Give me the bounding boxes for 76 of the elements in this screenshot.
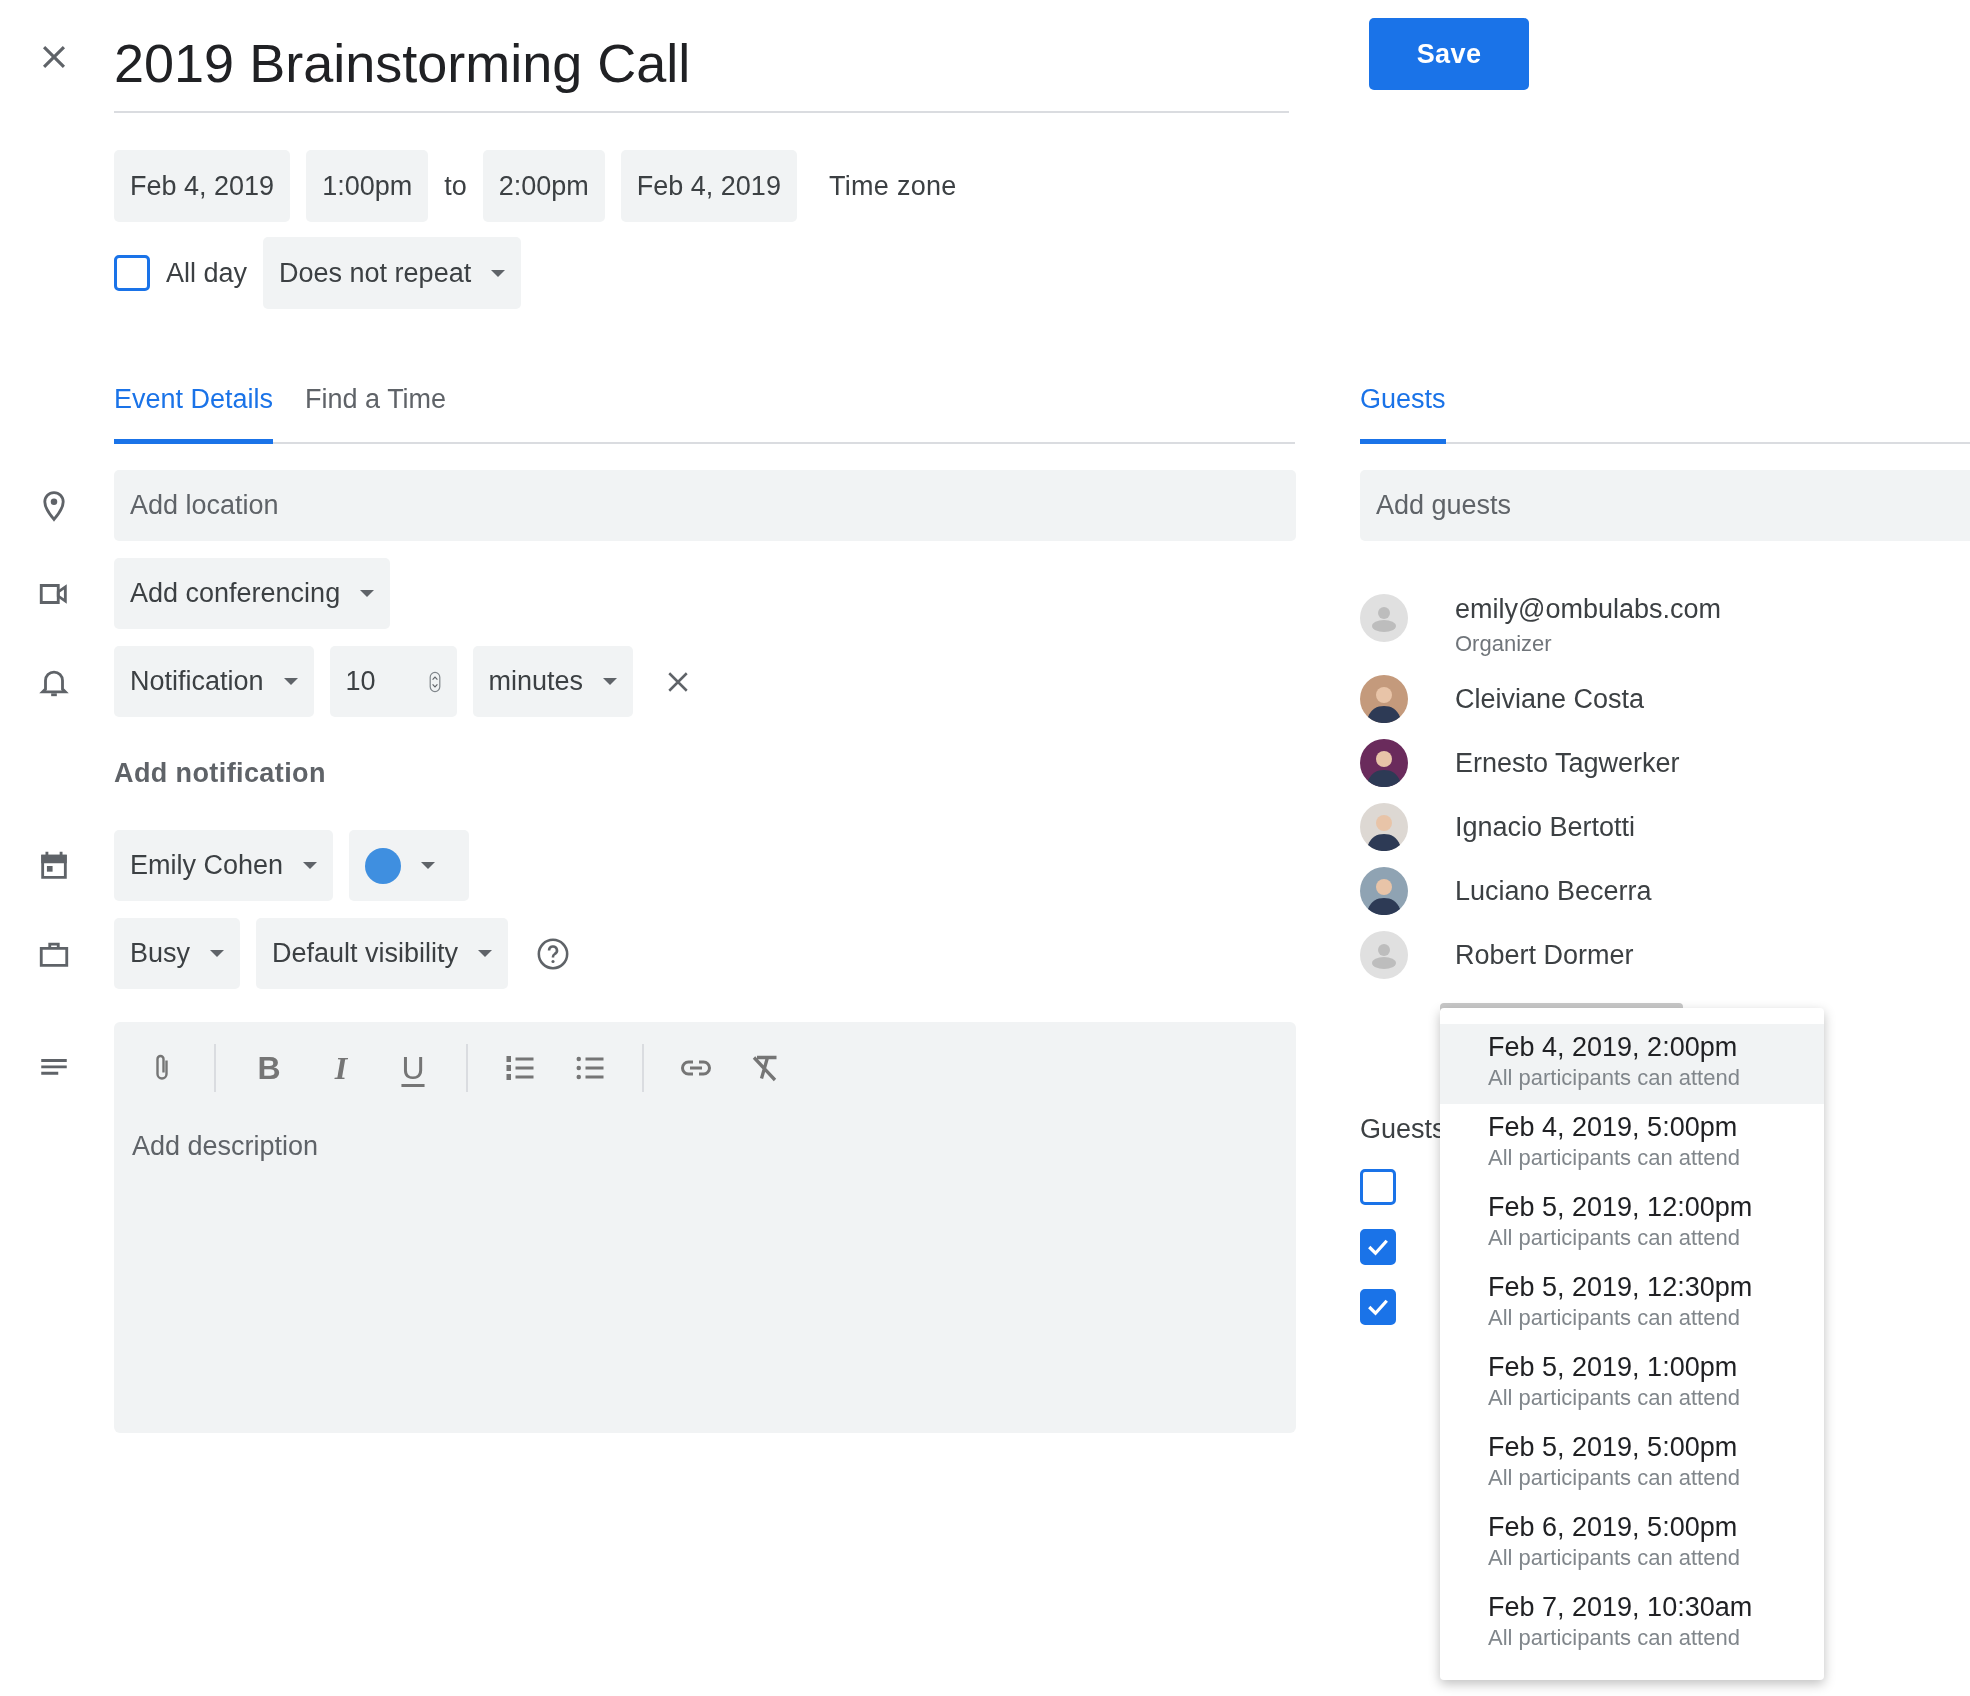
caret-icon [491,269,506,277]
caret-icon [283,678,298,685]
caret-icon [421,862,436,869]
start-time[interactable]: 1:00pm [306,150,429,222]
add-notification-button[interactable]: Add notification [114,758,326,789]
caret-icon [478,950,493,957]
suggestion-item[interactable]: Feb 5, 2019, 12:00pm All participants can attend [1440,1184,1824,1264]
end-time[interactable]: 2:00pm [482,150,605,222]
bold-button[interactable]: B [250,1049,288,1087]
suggestion-item[interactable]: Feb 7, 2019, 10:30am All participants can attend [1440,1584,1824,1664]
attendance-note: All participants can attend [1488,1545,1741,1571]
description-editor[interactable]: B I U Add description [114,1022,1296,1433]
suggested-time: Feb 4, 2019, 2:00pm [1488,1032,1739,1063]
caret-icon [210,950,225,957]
end-date[interactable]: Feb 4, 2019 [620,150,797,222]
notification-amount-field[interactable]: 10 [329,646,457,717]
all-day-label: All day [166,257,248,289]
caret-icon [360,590,375,597]
visibility-dropdown[interactable]: Default visibility [256,918,509,989]
permission-checkbox[interactable] [1360,1169,1396,1205]
add-guests-field[interactable]: Add guests [1360,470,1970,541]
permission-checkbox[interactable] [1360,1289,1396,1325]
avatar-icon [1360,931,1408,979]
color-dropdown[interactable] [349,830,470,901]
suggested-time: Feb 4, 2019, 5:00pm [1488,1112,1739,1143]
start-date[interactable]: Feb 4, 2019 [114,150,291,222]
suggested-time: Feb 5, 2019, 12:30pm [1488,1272,1754,1303]
attendance-note: All participants can attend [1488,1385,1741,1411]
attendance-note: All participants can attend [1488,1225,1741,1251]
help-icon[interactable] [536,936,571,971]
all-day-checkbox[interactable] [114,255,150,291]
underline-button[interactable]: U [394,1049,432,1087]
title-field[interactable]: 2019 Brainstorming Call [114,0,1289,113]
suggestion-item[interactable]: Feb 5, 2019, 12:30pm All participants can attend [1440,1264,1824,1344]
availability-dropdown[interactable]: Busy [114,918,241,989]
attendance-note: All participants can attend [1488,1465,1741,1491]
suggestion-item[interactable]: Feb 4, 2019, 5:00pm All participants can attend [1440,1104,1824,1184]
caret-icon [603,678,618,685]
calendar-dropdown[interactable]: Emily Cohen [114,830,334,901]
tab[interactable]: Event Details [114,379,274,444]
guest-role: Organizer [1455,631,1553,657]
attendance-note: All participants can attend [1488,1065,1741,1091]
suggested-time: Feb 5, 2019, 12:00pm [1488,1192,1754,1223]
suggestion-item[interactable]: Feb 5, 2019, 5:00pm All participants can attend [1440,1424,1824,1504]
guest-name: Luciano Becerra [1455,875,1652,907]
suggested-time: Feb 7, 2019, 10:30am [1488,1592,1754,1623]
tab[interactable]: Find a Time [305,379,447,444]
time-zone-button[interactable]: Time zone [812,150,973,222]
suggested-time: Feb 5, 2019, 5:00pm [1488,1432,1739,1463]
permission-checkbox[interactable] [1360,1229,1396,1265]
guests-tab[interactable]: Guests [1360,379,1446,444]
suggestion-item[interactable]: Feb 4, 2019, 2:00pm All participants can attend [1440,1024,1824,1104]
attendance-note: All participants can attend [1488,1625,1741,1651]
guest-name: Cleiviane Costa [1455,683,1645,715]
guest-name: Robert Dormer [1455,939,1634,971]
conferencing-dropdown[interactable]: Add conferencing [114,558,391,629]
notification-type-dropdown[interactable]: Notification [114,646,314,717]
suggestion-item[interactable]: Feb 6, 2019, 5:00pm All participants can attend [1440,1504,1824,1584]
avatar-icon [1360,594,1408,642]
guest-name: Ignacio Bertotti [1455,811,1636,843]
attendance-note: All participants can attend [1488,1305,1741,1331]
guest-name: Ernesto Tagwerker [1455,747,1680,779]
suggested-time: Feb 6, 2019, 5:00pm [1488,1512,1739,1543]
spinner-icon[interactable] [428,670,441,693]
description-field[interactable]: Add description [130,1130,634,1163]
caret-icon [303,862,318,869]
attendance-note: All participants can attend [1488,1145,1741,1171]
guest-name: emily@ombulabs.com [1455,594,1721,625]
notification-unit-dropdown[interactable]: minutes [472,646,634,717]
to-label: to [444,170,467,202]
repeat-dropdown[interactable]: Does not repeat [263,237,522,309]
save-button[interactable]: Save [1369,18,1529,90]
location-field[interactable]: Add location [114,470,1296,541]
suggested-time: Feb 5, 2019, 1:00pm [1488,1352,1739,1383]
suggestion-item[interactable]: Feb 5, 2019, 1:00pm All participants can attend [1440,1344,1824,1424]
italic-button[interactable]: I [322,1049,360,1087]
